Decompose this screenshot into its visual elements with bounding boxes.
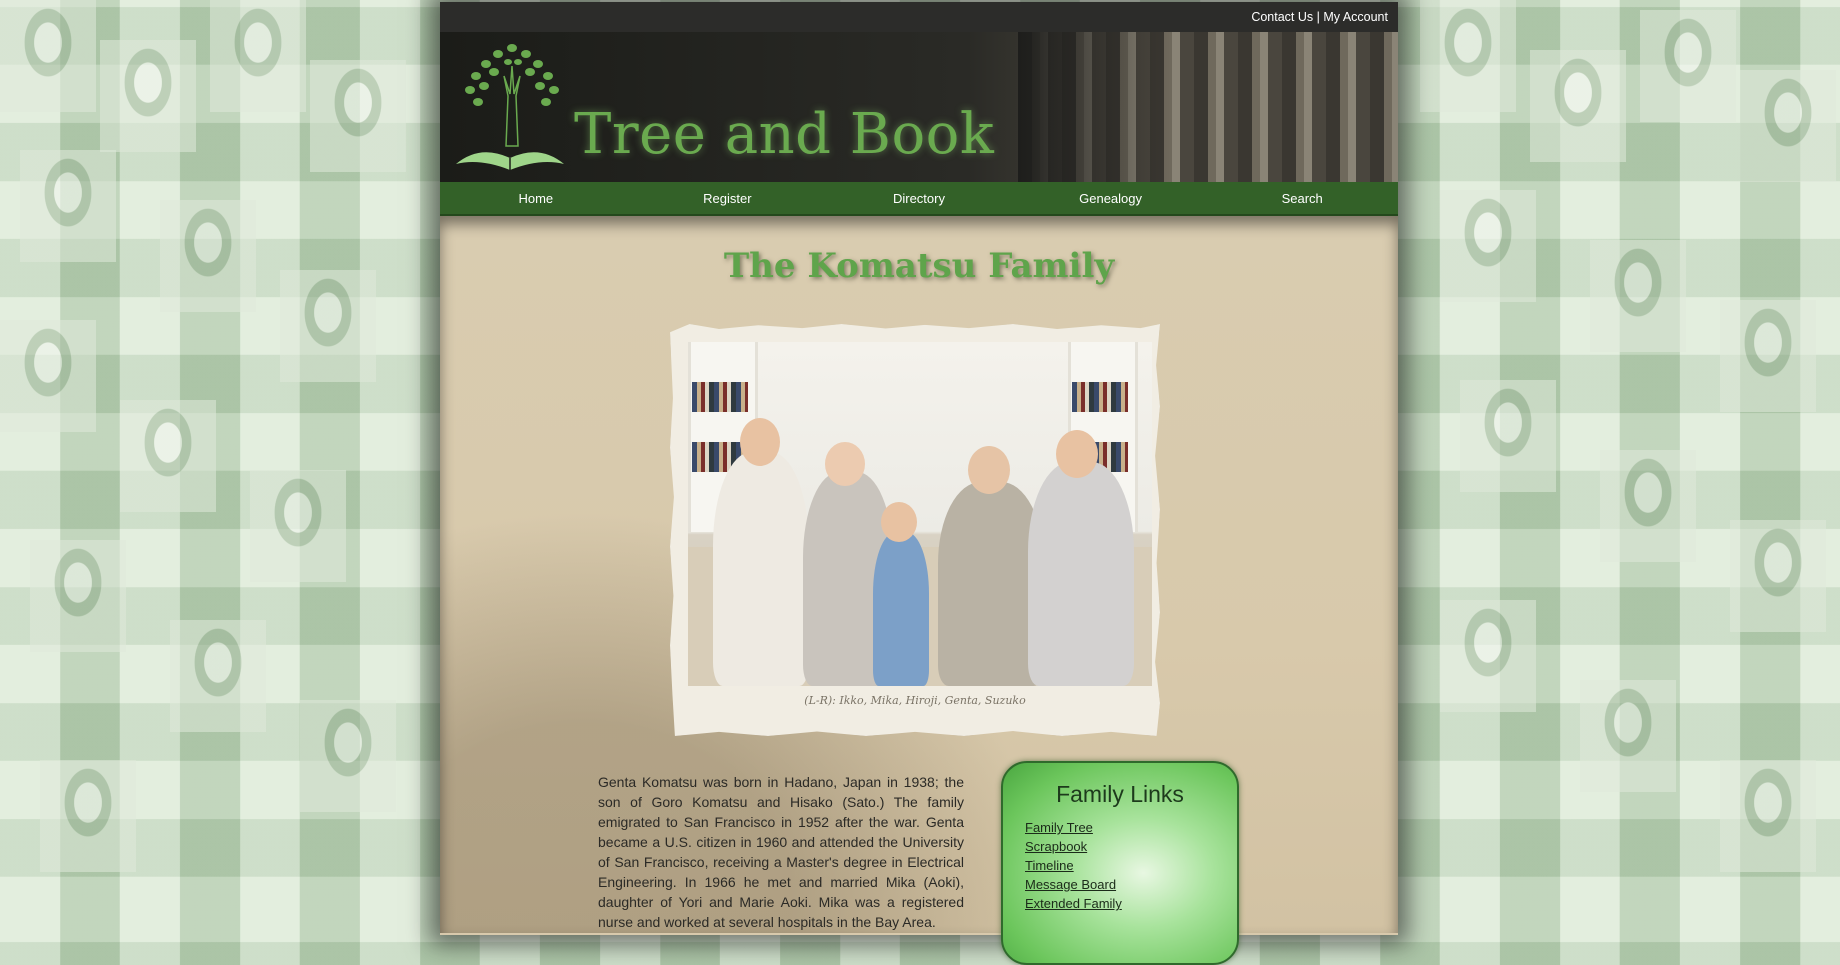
top-utility-bar: Contact Us | My Account [440, 2, 1398, 32]
site-title[interactable]: Tree and Book [574, 102, 994, 167]
photo-caption: (L-R): Ikko, Mika, Hiroji, Genta, Suzuko [804, 694, 1026, 707]
nav-search[interactable]: Search [1207, 191, 1397, 206]
main-content: The Komatsu Family (L-R): Ikko, Mika, Hi… [440, 216, 1398, 965]
photo-frame: (L-R): Ikko, Mika, Hiroji, Genta, Suzuko [670, 324, 1160, 736]
list-item: Message Board [1025, 875, 1237, 894]
nav-register[interactable]: Register [632, 191, 822, 206]
main-nav: Home Register Directory Genealogy Search [440, 182, 1398, 216]
nav-home[interactable]: Home [441, 191, 631, 206]
family-links-panel: Family Links Family Tree Scrapbook Timel… [1001, 761, 1239, 965]
my-account-link[interactable]: My Account [1323, 10, 1388, 24]
topbar-separator: | [1316, 10, 1320, 24]
family-group-photo [1018, 32, 1398, 182]
nav-directory[interactable]: Directory [824, 191, 1014, 206]
message-board-link[interactable]: Message Board [1025, 877, 1116, 892]
site-banner: Tree and Book [440, 32, 1398, 182]
extended-family-link[interactable]: Extended Family [1025, 896, 1122, 911]
family-photo[interactable] [688, 342, 1152, 686]
scrapbook-link[interactable]: Scrapbook [1025, 839, 1087, 854]
list-item: Scrapbook [1025, 837, 1237, 856]
family-links-title: Family Links [1056, 781, 1184, 807]
timeline-link[interactable]: Timeline [1025, 858, 1074, 873]
page-title: The Komatsu Family [723, 246, 1115, 286]
page-container: Contact Us | My Account Tree and Book Ho… [440, 2, 1398, 965]
list-item: Family Tree [1025, 818, 1237, 837]
tree-book-icon[interactable] [450, 36, 570, 178]
contact-us-link[interactable]: Contact Us [1251, 10, 1313, 24]
family-biography: Genta Komatsu was born in Hadano, Japan … [598, 774, 964, 930]
nav-genealogy[interactable]: Genealogy [1016, 191, 1206, 206]
family-tree-link[interactable]: Family Tree [1025, 820, 1093, 835]
list-item: Timeline [1025, 856, 1237, 875]
family-links-list: Family Tree Scrapbook Timeline Message B… [1003, 818, 1237, 913]
list-item: Extended Family [1025, 894, 1237, 913]
